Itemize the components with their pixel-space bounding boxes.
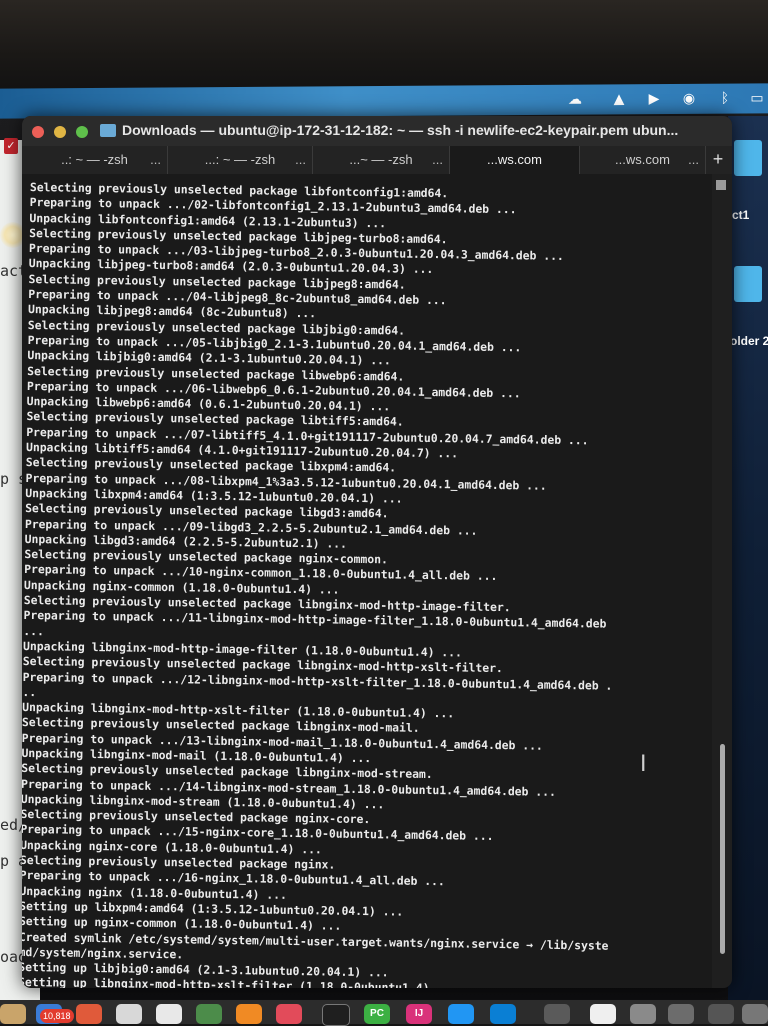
tab-label: ...: ~ — -zsh [204,152,276,167]
tab-bar: ..: ~ — -zsh ... ...: ~ — -zsh ... ...~ … [22,146,732,174]
upload-icon[interactable]: ▲ [610,90,628,108]
tab-overflow: ... [688,152,699,167]
zoom-button[interactable] [76,126,88,138]
desktop-background: ct1 older 2 [728,116,768,1000]
tab-zsh-3[interactable]: ...~ — -zsh ... [313,146,450,174]
tab-label: ..: ~ — -zsh [61,152,128,167]
checkbox-icon: ✓ [4,138,18,154]
tab-overflow: ... [150,152,161,167]
creative-cloud-icon[interactable]: ☁ [566,91,584,109]
folder-icon[interactable] [734,266,762,302]
dock-app-icon[interactable] [156,1004,182,1024]
terminal-app-icon[interactable] [322,1004,350,1026]
minimize-button[interactable] [54,126,66,138]
folder-icon [100,124,116,137]
ibeam-cursor-icon: I [640,752,647,777]
tab-label: ...ws.com [487,152,542,167]
new-tab-button[interactable]: + [708,148,728,172]
dock-app-icon[interactable] [196,1004,222,1024]
tab-overflow: ... [432,152,443,167]
dock-app-icon[interactable] [742,1004,768,1024]
dock-app-icon[interactable] [76,1004,102,1024]
terminal-window: Downloads — ubuntu@ip-172-31-12-182: ~ —… [22,116,732,988]
intellij-app-icon[interactable]: IJ [406,1004,432,1024]
tab-overflow: ... [295,152,306,167]
notification-badge: 10,818 [40,1009,74,1023]
dock-app-icon[interactable] [236,1004,262,1024]
user-icon[interactable]: ◉ [680,90,698,108]
play-icon[interactable]: ▶ [645,90,663,108]
dock-label: IJ [414,1008,424,1019]
terminal-output[interactable]: Selecting previously unselected package … [22,174,712,988]
title-bar[interactable]: Downloads — ubuntu@ip-172-31-12-182: ~ —… [22,116,732,146]
scrollbar[interactable] [712,174,732,988]
battery-icon[interactable]: ▭ [748,89,766,107]
desktop-label: older 2 [730,334,768,348]
monitor-bezel [0,0,768,92]
dock: PC IJ [0,1000,768,1026]
dock-app-icon[interactable] [668,1004,694,1024]
tab-label: ...~ — -zsh [349,152,413,167]
tab-ssh-2[interactable]: ...ws.com ... [580,146,706,174]
dock-app-icon[interactable] [116,1004,142,1024]
dock-app-icon[interactable] [0,1004,26,1024]
pycharm-app-icon[interactable]: PC [364,1004,390,1024]
close-button[interactable] [32,126,44,138]
dock-app-icon[interactable] [544,1004,570,1024]
vscode-app-icon[interactable] [490,1004,516,1024]
music-app-icon[interactable] [276,1004,302,1024]
bluetooth-icon[interactable]: ᛒ [716,90,734,108]
menu-bar: ☁ ▲ ▶ ◉ ᛒ ▭ [0,83,768,119]
terminal-lines: Selecting previously unselected package … [22,180,620,988]
folder-icon[interactable] [734,140,762,176]
dock-app-icon[interactable] [630,1004,656,1024]
scroll-thumb[interactable] [720,744,725,954]
dock-label: PC [370,1008,384,1019]
tab-label: ...ws.com [615,152,670,167]
dock-app-icon[interactable] [590,1004,616,1024]
docker-app-icon[interactable] [448,1004,474,1024]
tab-zsh-2[interactable]: ...: ~ — -zsh ... [168,146,313,174]
tab-zsh-1[interactable]: ..: ~ — -zsh ... [22,146,168,174]
scroll-marker-icon [716,180,726,190]
window-title: Downloads — ubuntu@ip-172-31-12-182: ~ —… [122,122,679,138]
tab-ssh-active[interactable]: ...ws.com [450,146,580,174]
desktop-label: ct1 [732,208,750,222]
dock-app-icon[interactable] [708,1004,734,1024]
